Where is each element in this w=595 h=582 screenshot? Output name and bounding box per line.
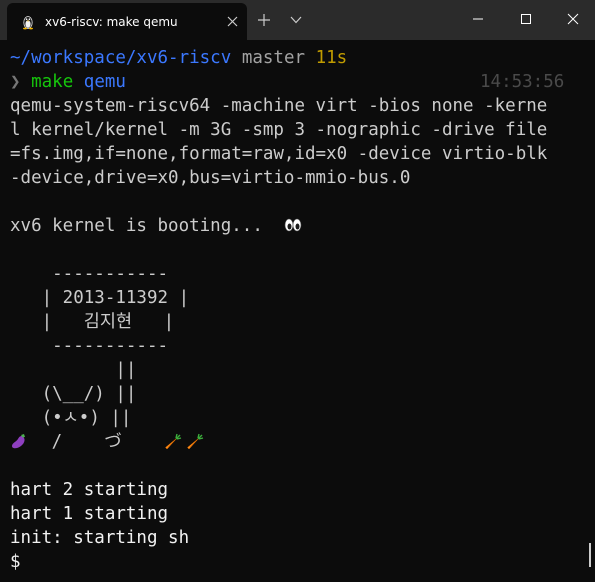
- chevron-down-icon[interactable]: [289, 14, 303, 26]
- command-line: ❯ make qemu 14:53:56: [10, 70, 585, 94]
- terminal-tab[interactable]: xv6-riscv: make qemu: [7, 3, 247, 40]
- maximize-button[interactable]: [502, 0, 548, 38]
- command-name: make: [31, 72, 74, 92]
- qemu-command-line-1: qemu-system-riscv64 -machine virt -bios …: [10, 96, 548, 116]
- qemu-command-line-4: -device,drive=x0,bus=virtio-mmio-bus.0: [10, 168, 411, 188]
- scrollbar[interactable]: [589, 543, 591, 567]
- eyes-emoji-icon: [284, 218, 302, 232]
- qemu-command-line-2: l kernel/kernel -m 3G -smp 3 -nographic …: [10, 120, 548, 140]
- bunny-art-line-3: (•ㅅ•) ||: [10, 408, 132, 428]
- boot-message-line: xv6 kernel is booting...: [10, 214, 302, 238]
- banner-id-line: | 2013-11392 |: [10, 288, 190, 308]
- boot-message: xv6 kernel is booting...: [10, 216, 263, 236]
- prompt-symbol: ❯: [10, 72, 21, 92]
- minimize-button[interactable]: [454, 0, 500, 38]
- init-line: init: starting sh: [10, 528, 190, 548]
- linux-penguin-icon: [23, 16, 33, 30]
- tab-title: xv6-riscv: make qemu: [45, 15, 178, 29]
- prompt-header: ~/workspace/xv6-riscv master 11s: [10, 46, 347, 70]
- git-branch: master: [241, 48, 306, 68]
- hart-2-line: hart 2 starting: [10, 480, 169, 500]
- bunny-art-line-2: (\__/) ||: [10, 384, 137, 404]
- maximize-icon: [521, 14, 531, 24]
- carrot-emoji-icon: [165, 433, 182, 450]
- hart-1-line: hart 1 starting: [10, 504, 169, 524]
- minimize-icon: [473, 18, 483, 20]
- bunny-art-line-1: ||: [10, 360, 137, 380]
- bunny-art-text: / づ: [20, 432, 122, 452]
- title-bar[interactable]: xv6-riscv: make qemu: [0, 0, 595, 40]
- bunny-art-line-4: / づ: [10, 430, 585, 454]
- tab-close-icon[interactable]: [226, 15, 239, 28]
- prompt-path: ~/workspace/xv6-riscv: [10, 48, 232, 68]
- terminal-window: xv6-riscv: make qemu ~/workspace/xv6-ris…: [0, 0, 595, 582]
- carrot-emoji-icon: [187, 433, 204, 450]
- prompt-clock: 14:53:56: [480, 72, 565, 92]
- banner-top-border: -----------: [10, 264, 169, 284]
- plus-icon[interactable]: [256, 12, 272, 28]
- close-button[interactable]: [549, 0, 595, 38]
- shell-prompt[interactable]: $: [10, 550, 21, 574]
- banner-name-line: | 김지현 |: [10, 312, 175, 332]
- terminal-output[interactable]: ~/workspace/xv6-riscv master 11s ❯ make …: [0, 40, 595, 582]
- close-icon: [567, 13, 579, 25]
- command-argument: qemu: [83, 72, 126, 92]
- banner-bottom-border: -----------: [10, 336, 169, 356]
- command-duration: 11s: [315, 48, 348, 68]
- qemu-command-line-3: =fs.img,if=none,format=raw,id=x0 -device…: [10, 144, 548, 164]
